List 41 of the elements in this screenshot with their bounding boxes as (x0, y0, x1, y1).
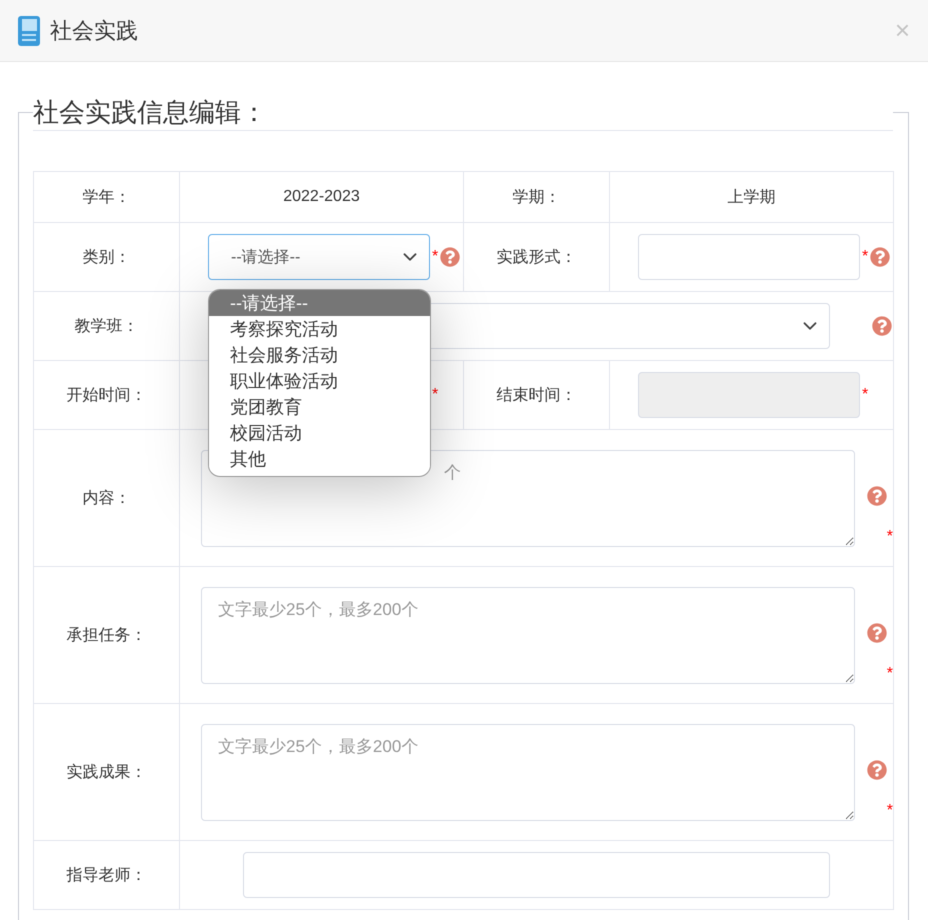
dropdown-option[interactable]: 党团教育 (209, 394, 430, 420)
field-label: 学年： (82, 188, 130, 206)
help-icon[interactable] (867, 760, 888, 780)
field-value: 2022-2023 (283, 188, 360, 205)
section-title: 社会实践信息编辑： (33, 94, 893, 131)
required-mark: * (432, 249, 438, 265)
required-mark: * (432, 387, 438, 403)
field-label: 实践形式： (496, 248, 576, 266)
field-label: 承担任务： (66, 626, 146, 644)
category-select[interactable]: --请选择-- (208, 234, 430, 280)
field-label: 类别： (82, 248, 130, 266)
text-area[interactable]: 文字最少25个，最多200个 (201, 724, 856, 820)
book-icon (18, 16, 40, 46)
dropdown-option[interactable]: --请选择-- (209, 290, 430, 316)
help-icon[interactable] (872, 316, 892, 336)
field-label: 内容： (82, 490, 130, 506)
required-mark: * (886, 802, 893, 818)
help-icon[interactable] (867, 486, 888, 506)
dropdown-option[interactable]: 其他 (209, 446, 430, 472)
input-field[interactable] (243, 852, 830, 898)
dropdown-option[interactable]: 考察探究活动 (209, 316, 430, 342)
help-icon[interactable] (440, 247, 460, 267)
field-label: 学期： (512, 188, 560, 206)
field-label: 实践成果： (66, 764, 146, 780)
field-label: 结束时间： (496, 386, 576, 404)
text-area[interactable]: 文字最少25个，最多200个 (201, 586, 856, 684)
field-label: 教学班： (74, 318, 138, 334)
dropdown-option[interactable]: 社会服务活动 (209, 342, 430, 368)
dropdown-option[interactable]: 职业体验活动 (209, 368, 430, 394)
dialog-title: 社会实践 (50, 16, 139, 44)
field-label: 指导老师： (66, 866, 146, 884)
input-field[interactable] (638, 234, 860, 280)
help-icon[interactable] (870, 247, 890, 267)
required-mark: * (886, 528, 893, 544)
help-icon[interactable] (867, 622, 888, 642)
required-mark: * (886, 666, 893, 682)
required-mark: * (862, 387, 868, 403)
field-value: 上学期 (728, 188, 776, 206)
dropdown-option[interactable]: 校园活动 (209, 420, 430, 446)
required-mark: * (862, 249, 868, 265)
field-label: 开始时间： (66, 386, 146, 404)
